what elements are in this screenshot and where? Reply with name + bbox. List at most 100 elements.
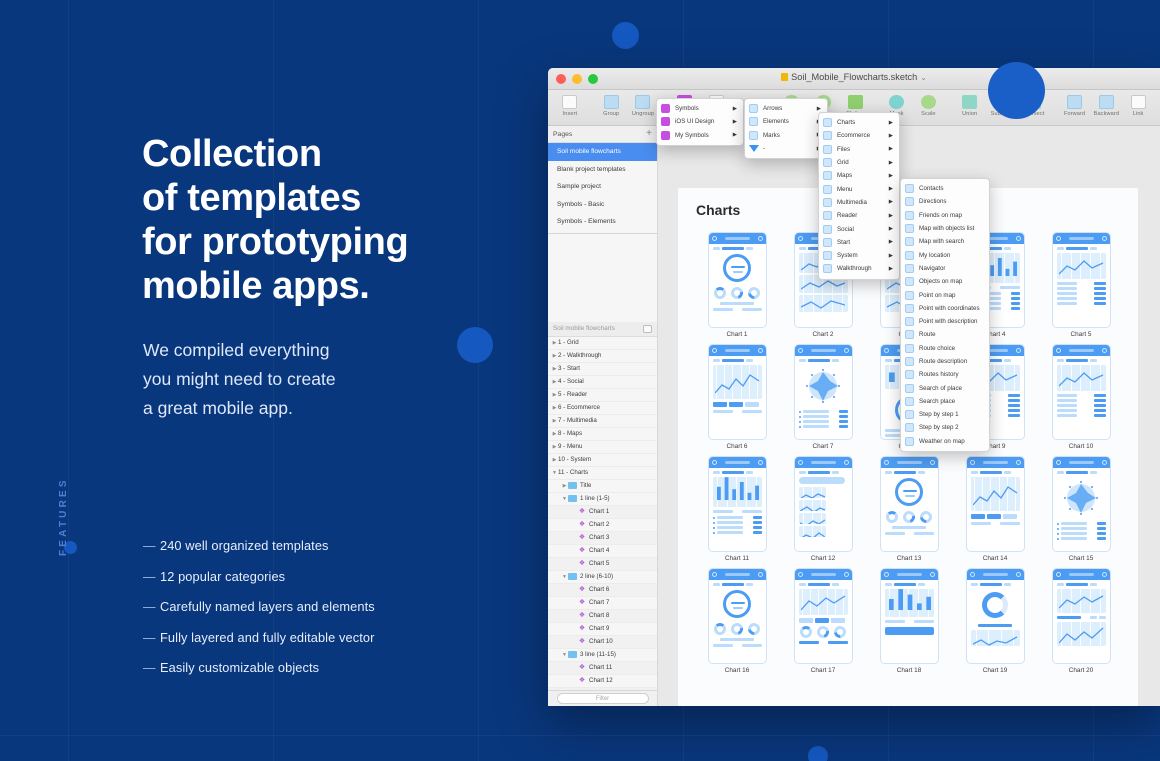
layer-row[interactable]: ❖ Chart 2 [548, 519, 657, 532]
menu-icon[interactable] [1101, 572, 1107, 577]
phone-mockup[interactable] [707, 232, 767, 328]
menu-item[interactable]: Map with objects list [901, 222, 989, 235]
menu-item[interactable]: Multimedia ▶ [819, 196, 899, 209]
chevron-down-icon[interactable]: ▼ [561, 652, 568, 658]
layer-row[interactable]: ▶ 4 - Social [548, 376, 657, 389]
chevron-right-icon[interactable]: ▶ [551, 353, 558, 359]
layer-row[interactable]: ▼ 3 line (11-15) [548, 649, 657, 662]
menu-item[interactable]: My location [901, 248, 989, 261]
back-icon[interactable] [797, 348, 803, 353]
menu-item[interactable]: Point with coordinates [901, 302, 989, 315]
back-icon[interactable] [969, 460, 975, 465]
menu-item[interactable]: Files ▶ [819, 143, 899, 156]
phone-mockup[interactable] [1051, 344, 1111, 440]
phone-mockup[interactable] [1051, 232, 1111, 328]
back-icon[interactable] [1055, 572, 1061, 577]
menu-icon[interactable] [843, 572, 849, 577]
menu-icon[interactable] [757, 460, 763, 465]
phone-mockup[interactable] [1051, 456, 1111, 552]
page-item[interactable]: Soil mobile flowcharts [548, 143, 657, 161]
layer-row[interactable]: ❖ Chart 1 [548, 505, 657, 519]
menu-item[interactable]: Route [901, 328, 989, 341]
phone-mockup[interactable] [707, 456, 767, 552]
layer-row[interactable]: ❖ Chart 8 [548, 609, 657, 623]
back-icon[interactable] [797, 460, 803, 465]
chart-card[interactable]: Chart 14 [952, 456, 1038, 562]
group-tool[interactable]: Group [595, 93, 627, 117]
scale-tool[interactable]: Scale [913, 93, 945, 117]
menu-item[interactable]: Reader ▶ [819, 209, 899, 222]
chevron-down-icon[interactable]: ⌄ [920, 73, 927, 82]
layer-row[interactable]: ❖ Chart 7 [548, 597, 657, 610]
back-icon[interactable] [711, 460, 717, 465]
menu-item[interactable]: Routes history [901, 368, 989, 381]
layer-row[interactable]: ▶ 10 - System [548, 454, 657, 467]
menu-item[interactable]: Friends on map [901, 209, 989, 222]
menu-item[interactable]: Marks▶ [745, 129, 827, 142]
menu-icon[interactable] [1015, 236, 1021, 241]
filter-input[interactable]: Filter [556, 693, 649, 704]
chevron-right-icon[interactable]: ▶ [551, 418, 558, 424]
layer-row[interactable]: ❖ Chart 6 [548, 583, 657, 597]
forward-tool[interactable]: Forward [1059, 93, 1091, 117]
chevron-right-icon[interactable]: ▶ [551, 379, 558, 385]
page-item[interactable]: Symbols - Basic [548, 196, 657, 214]
union-tool[interactable]: Union [954, 93, 986, 117]
menu-item[interactable]: Social ▶ [819, 222, 899, 235]
menu-icon[interactable] [843, 460, 849, 465]
layer-row[interactable]: ❖ Chart 12 [548, 675, 657, 688]
menu-item[interactable]: Search place [901, 395, 989, 408]
page-item[interactable]: Blank project templates [548, 161, 657, 179]
menu-item[interactable]: Contacts [901, 182, 989, 195]
chart-card[interactable]: Chart 18 [866, 568, 952, 674]
menu-icon[interactable] [843, 348, 849, 353]
menu-icon[interactable] [1101, 348, 1107, 353]
page-item[interactable]: Sample project [548, 178, 657, 196]
menu-icon[interactable] [1015, 460, 1021, 465]
menu-item[interactable]: Menu ▶ [819, 182, 899, 195]
menu-item[interactable]: Directions [901, 195, 989, 208]
menu-icon[interactable] [1101, 460, 1107, 465]
phone-mockup[interactable] [707, 568, 767, 664]
phone-mockup[interactable] [879, 568, 939, 664]
layers-options-icon[interactable] [643, 324, 652, 333]
layer-row[interactable]: ▶ 7 - Multimedia [548, 415, 657, 428]
menu-item[interactable]: Objects on map [901, 275, 989, 288]
back-icon[interactable] [1055, 236, 1061, 241]
chart-card[interactable]: Chart 1 [694, 232, 780, 338]
layer-row[interactable]: ▶ 2 - Walkthrough [548, 350, 657, 363]
menu-icon[interactable] [929, 572, 935, 577]
layer-row[interactable]: ▶ 9 - Menu [548, 441, 657, 454]
chart-card[interactable]: Chart 16 [694, 568, 780, 674]
menu-item[interactable]: Charts ▶ [819, 116, 899, 129]
menu-item[interactable]: Start ▶ [819, 236, 899, 249]
menu-item[interactable]: Elements▶ [745, 115, 827, 128]
layer-row[interactable]: ▼ 11 - Charts [548, 467, 657, 480]
layer-row[interactable]: ❖ Chart 10 [548, 635, 657, 649]
phone-mockup[interactable] [793, 568, 853, 664]
chevron-right-icon[interactable]: ▶ [551, 340, 558, 346]
layer-row[interactable]: ❖ Chart 9 [548, 623, 657, 636]
chart-card[interactable]: Chart 15 [1038, 456, 1124, 562]
menu-item[interactable]: Map with search [901, 235, 989, 248]
layer-row[interactable]: ▶ Title [548, 480, 657, 493]
layer-row[interactable]: ▶ 3 - Start [548, 363, 657, 376]
back-icon[interactable] [1055, 460, 1061, 465]
layer-row[interactable]: ▼ 2 line (6-10) [548, 571, 657, 584]
layer-row[interactable]: ▶ 1 - Grid [548, 337, 657, 350]
document-title[interactable]: Soil_Mobile_Flowcharts.sketch ⌄ [548, 72, 1160, 82]
chevron-right-icon[interactable]: ▶ [551, 457, 558, 463]
menu-item[interactable]: System ▶ [819, 249, 899, 262]
menu-item[interactable]: Step by step 1 [901, 408, 989, 421]
phone-mockup[interactable] [965, 568, 1025, 664]
chevron-right-icon[interactable]: ▶ [551, 366, 558, 372]
chart-card[interactable]: Chart 6 [694, 344, 780, 450]
menu-maps-level4[interactable]: Contacts Directions Friends on map Map with… [900, 178, 990, 452]
menu-item[interactable]: Point on map [901, 288, 989, 301]
menu-icon[interactable] [1015, 572, 1021, 577]
menu-item[interactable]: Point with description [901, 315, 989, 328]
menu-item[interactable]: My Symbols ▶ [657, 129, 743, 142]
menu-item[interactable]: Route choice [901, 342, 989, 355]
back-icon[interactable] [883, 572, 889, 577]
chevron-right-icon[interactable]: ▶ [551, 431, 558, 437]
